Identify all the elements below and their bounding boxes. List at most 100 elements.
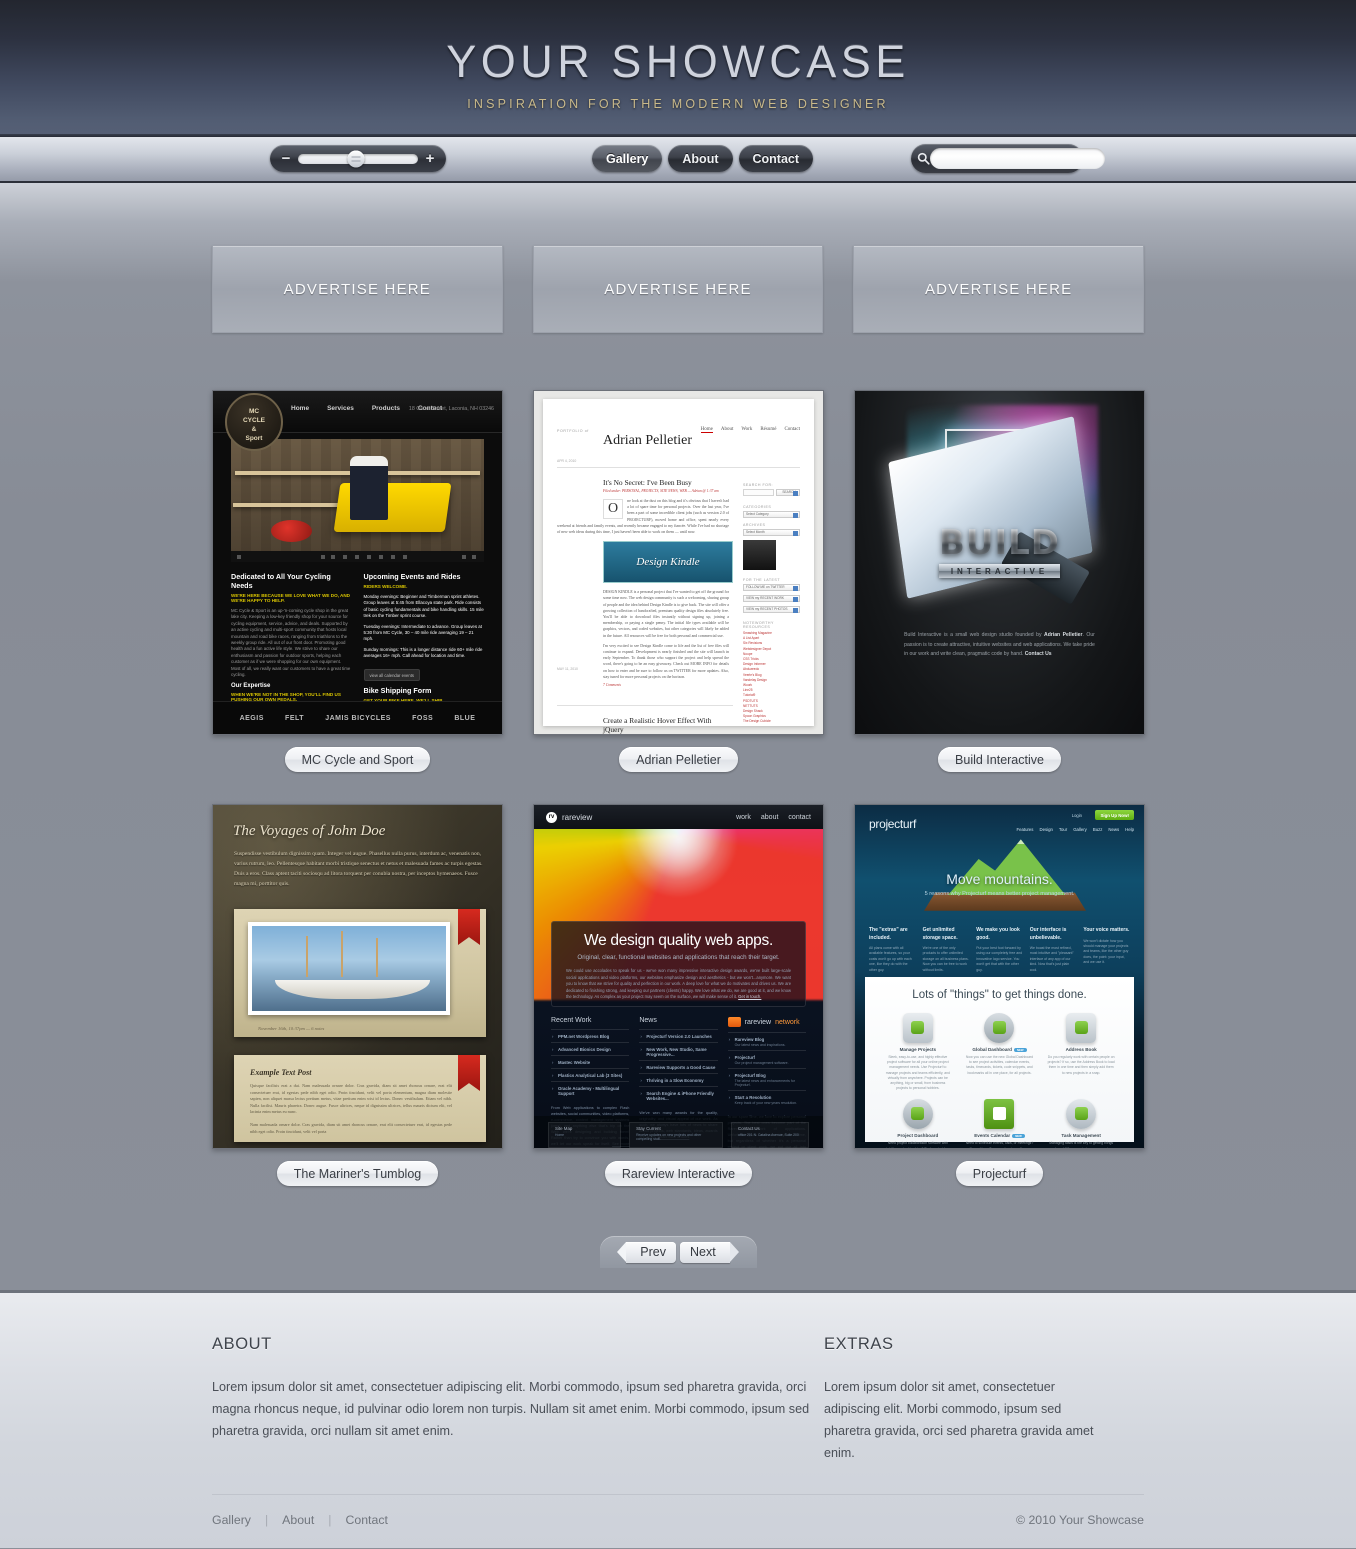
mt-photo-caption: November 16th, 10:37pm — 6 notes — [258, 1026, 325, 1031]
search-icon[interactable] — [917, 148, 930, 170]
rv-network-heading: rareview network — [727, 1017, 806, 1027]
mc-logo: MC CYCLE & Sport — [225, 393, 283, 451]
rv-foot-desc: Receive updates on new projects and othe… — [636, 1133, 702, 1141]
mt-ship-photo — [252, 926, 446, 1011]
caption-build-interactive[interactable]: Build Interactive — [938, 747, 1061, 772]
pt-feature-text: Put your best foot forward by using our … — [976, 946, 1023, 972]
pt-nav-tour: Tour — [1058, 827, 1068, 832]
footer-separator: | — [328, 1513, 332, 1527]
pt-thing-text: Do you regularly work with certain peopl… — [1047, 1055, 1115, 1075]
pt-feature-text: All plans come with all available featur… — [869, 946, 912, 972]
ap-categories-select: Select Category — [743, 511, 800, 518]
thumbnail-projecturf[interactable]: projecturf Login Sign Up Now! Features D… — [854, 804, 1145, 1149]
pt-thing-title: Global Dashboard — [972, 1047, 1012, 1052]
rv-nav-contact: contact — [788, 813, 811, 821]
footer-link-contact[interactable]: Contact — [346, 1513, 388, 1527]
pt-thing-title: Events Calendar — [974, 1133, 1011, 1139]
site-header: YOUR SHOWCASE INSPIRATION FOR THE MODERN… — [0, 0, 1356, 137]
rv-col2-item: Rareview Supports a Good Cause — [639, 1060, 718, 1073]
slider-knob[interactable] — [347, 150, 365, 167]
thumbnail-mc-cycle[interactable]: MC CYCLE & Sport Home Services Products Con… — [212, 390, 503, 735]
plus-icon[interactable]: + — [423, 151, 437, 166]
nav-item-about[interactable]: About — [668, 145, 733, 172]
pt-thing: Manage Projects Sleek, easy-to-use, and h… — [877, 1013, 959, 1091]
rv-col3-desc: Our project management software. — [734, 1060, 789, 1065]
mt-post-p1: Quisque facilisis erat a dui. Nam malesu… — [250, 1083, 452, 1115]
thumbnail-build-interactive[interactable]: BUILD INTERACTIVE Build Interactive is a… — [854, 390, 1145, 735]
pt-login-link: Login — [1071, 813, 1082, 818]
bi-contact-link: Contact Us — [1024, 650, 1052, 657]
pt-feature-heading: Get unlimited storage space. — [922, 927, 958, 941]
caption-mariners-tumblog[interactable]: The Mariner's Tumblog — [276, 1161, 439, 1186]
rv-col3-item: ProjecturfOur project management softwar… — [727, 1050, 806, 1068]
caption-rareview-interactive[interactable]: Rareview Interactive — [604, 1161, 753, 1186]
zoom-slider[interactable]: − + — [270, 145, 446, 172]
footer-link-about[interactable]: About — [282, 1513, 314, 1527]
pt-thing: Project Dashboard Need project collaborat… — [877, 1099, 959, 1149]
pt-things-heading: Lots of "things" to get things done. — [912, 989, 1087, 1001]
ap-follow-work: VIEW my RECENT WORK — [743, 595, 800, 602]
pt-feature-heading: Your voice matters. — [1083, 927, 1130, 933]
ap-sidebar-ad — [743, 540, 800, 570]
ad-label: ADVERTISE HERE — [283, 280, 432, 298]
bi-para-pre: Build Interactive is a small web design … — [904, 632, 1045, 639]
brand-foss: FOSS — [412, 714, 434, 722]
footer-extras-column: EXTRAS Lorem ipsum dolor sit amet, conse… — [824, 1335, 1144, 1464]
pt-thing-text: Now you can use the new Global Dashboard… — [965, 1055, 1034, 1075]
pt-thing-text: Need project collaboration software with… — [886, 1141, 950, 1149]
caption-mc-cycle[interactable]: MC Cycle and Sport — [284, 747, 431, 772]
gallery-item-build-interactive: BUILD INTERACTIVE Build Interactive is a… — [854, 390, 1145, 772]
pt-signup-button: Sign Up Now! — [1095, 810, 1134, 820]
thumbnail-mariners-tumblog[interactable]: The Voyages of John Doe Suspendisse vest… — [212, 804, 503, 1149]
mt-post-title: Example Text Post — [250, 1068, 312, 1077]
thumbnail-rareview-interactive[interactable]: rv rareview work about contact We design… — [533, 804, 824, 1149]
ap-nav-home: Home — [700, 427, 713, 433]
ad-slot-1[interactable]: ADVERTISE HERE — [212, 245, 503, 333]
ap-portfolio-label: PORTFOLIO of — [557, 429, 589, 433]
minus-icon[interactable]: − — [279, 151, 293, 166]
caption-adrian-pelletier[interactable]: Adrian Pelletier — [619, 747, 738, 772]
ap-post-body-3: I'm very excited to see Design Kindle co… — [603, 643, 729, 679]
mc-nav-products: Products — [371, 405, 400, 412]
next-button[interactable]: Next — [680, 1241, 739, 1263]
slider-track[interactable] — [298, 150, 418, 167]
ap-archives-heading: ARCHIVES — [743, 523, 766, 527]
ap-dropcap: O — [603, 499, 624, 519]
pt-feature-text: We boast the most refined, most intuitiv… — [1029, 946, 1074, 972]
ad-slot-3[interactable]: ADVERTISE HERE — [853, 245, 1145, 333]
prev-button[interactable]: Prev — [617, 1241, 676, 1263]
mt-intro: Suspendisse vestibulum dignissim quam. I… — [234, 851, 483, 887]
footer-link-gallery[interactable]: Gallery — [212, 1513, 251, 1527]
rv-col1-item: Plastics Analytical Lab (3 Sites) — [551, 1068, 630, 1081]
footer-links: Gallery | About | Contact — [212, 1513, 388, 1527]
caption-projecturf[interactable]: Projecturf — [955, 1161, 1044, 1186]
rv-network-pre: rareview — [744, 1018, 772, 1026]
ap-post-date: APR 4, 2010 — [557, 459, 577, 463]
ap-kindle-banner: Design Kindle — [603, 541, 733, 584]
mc-brand-strip: AEGIS FELT JAMIS BICYCLES FOSS BLUE — [213, 701, 502, 734]
rv-network-icon — [727, 1017, 741, 1027]
gallery-item-projecturf: projecturf Login Sign Up Now! Features D… — [854, 804, 1145, 1186]
footer-extras-body: Lorem ipsum dolor sit amet, consectetuer… — [824, 1380, 1094, 1460]
footer-about-heading: ABOUT — [212, 1335, 272, 1353]
mc-shipping-heading: Bike Shipping Form — [363, 686, 432, 696]
rv-headline: We design quality web apps. — [584, 932, 773, 949]
thumbnail-adrian-pelletier[interactable]: PORTFOLIO of Adrian Pelletier Home About… — [533, 390, 824, 735]
gallery-item-mc-cycle: MC CYCLE & Sport Home Services Products Con… — [212, 390, 503, 772]
nav-item-contact[interactable]: Contact — [738, 145, 814, 172]
ap-comments-link: 7 Comments — [603, 683, 621, 688]
rv-col3-title: Rareview Blog — [734, 1036, 765, 1042]
mc-nav-home: Home — [291, 405, 310, 412]
mt-photo-card: November 16th, 10:37pm — 6 notes — [234, 909, 486, 1037]
rv-foot-sitemap: Site Map Home — [548, 1122, 622, 1148]
rv-col3-desc: Keep track of your new years resolution. — [734, 1100, 798, 1105]
mc-sunday: Sunday mornings: This is a longer distan… — [363, 646, 483, 659]
search-input[interactable] — [930, 148, 1105, 169]
pt-nav-news: News — [1108, 827, 1120, 832]
ad-slot-2[interactable]: ADVERTISE HERE — [532, 245, 824, 333]
advertisement-row: ADVERTISE HERE ADVERTISE HERE ADVERTISE … — [212, 183, 1145, 333]
rv-col1-item: Mastec Website — [551, 1055, 630, 1068]
nav-item-gallery[interactable]: Gallery — [592, 145, 663, 172]
mc-site-nav: MC CYCLE & Sport Home Services Products Con… — [213, 391, 502, 451]
mc-events-button: view all calendar events — [363, 669, 420, 682]
